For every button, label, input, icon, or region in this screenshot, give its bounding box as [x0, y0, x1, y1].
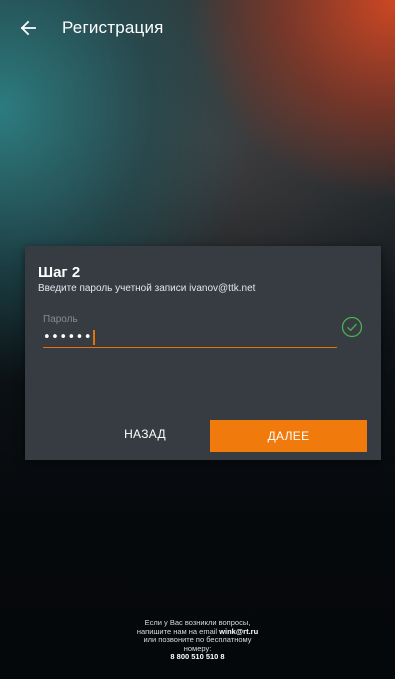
password-field-label: Пароль	[43, 314, 78, 325]
support-phone[interactable]: 8 800 510 510 8	[0, 653, 395, 662]
page-title: Регистрация	[62, 18, 164, 37]
registration-screen: Регистрация Шаг 2 Введите пароль учетной…	[0, 0, 395, 679]
app-header: Регистрация	[0, 0, 395, 56]
support-footer: Если у Вас возникли вопросы, напишите на…	[0, 618, 395, 662]
password-field[interactable]: Пароль ••••••	[43, 312, 337, 350]
back-button[interactable]: НАЗАД	[85, 418, 205, 450]
arrow-left-icon	[20, 20, 36, 36]
registration-card: Шаг 2 Введите пароль учетной записи ivan…	[25, 246, 381, 460]
step-title: Шаг 2	[38, 264, 81, 281]
check-circle-icon	[341, 316, 363, 338]
back-arrow-button[interactable]	[0, 0, 56, 56]
password-masked-value: ••••••	[43, 329, 93, 345]
password-input[interactable]: ••••••	[43, 328, 337, 348]
step-subtitle: Введите пароль учетной записи ivanov@ttk…	[38, 283, 256, 294]
text-caret	[93, 330, 95, 345]
next-button[interactable]: ДАЛЕЕ	[210, 420, 367, 452]
